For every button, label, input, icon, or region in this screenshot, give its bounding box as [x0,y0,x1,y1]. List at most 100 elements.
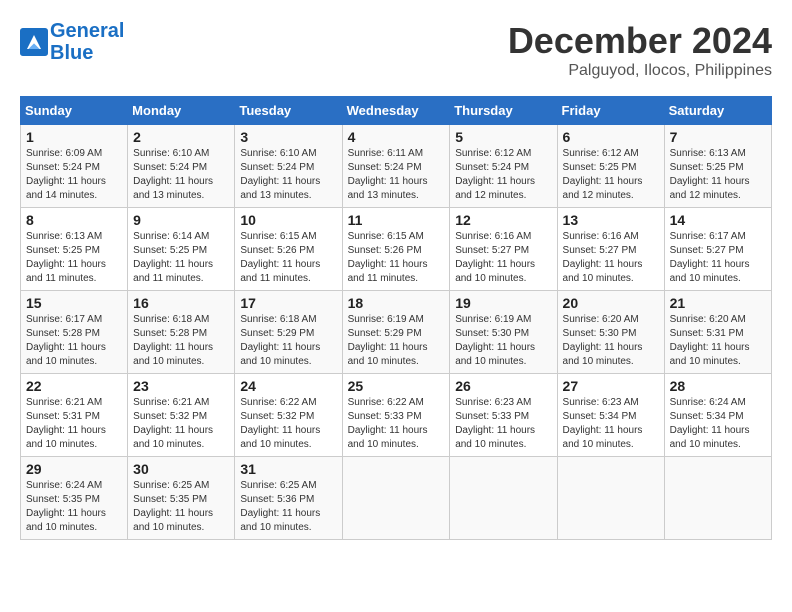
day-info: Sunrise: 6:15 AM Sunset: 5:26 PM Dayligh… [240,230,336,286]
calendar-cell: 4Sunrise: 6:11 AM Sunset: 5:24 PM Daylig… [342,125,450,208]
day-number: 25 [348,378,445,394]
day-info: Sunrise: 6:13 AM Sunset: 5:25 PM Dayligh… [670,147,766,203]
day-number: 16 [133,295,229,311]
day-info: Sunrise: 6:24 AM Sunset: 5:34 PM Dayligh… [670,396,766,452]
calendar-cell: 19 Sunrise: 6:19 AM Sunset: 5:30 PM Dayli… [450,291,557,374]
day-info: Sunrise: 6:17 AM Sunset: 5:28 PM Dayligh… [26,313,122,369]
calendar-cell [450,457,557,540]
calendar-cell [664,457,771,540]
day-number: 29 [26,461,122,477]
calendar-cell: 11Sunrise: 6:15 AM Sunset: 5:26 PM Dayli… [342,208,450,291]
day-number: 20 [563,295,659,311]
title-area: December 2024 Palguyod, Ilocos, Philippi… [508,20,772,80]
day-number: 7 [670,129,766,145]
day-number: 18 [348,295,445,311]
header-friday: Friday [557,97,664,125]
calendar-week-1: 1Sunrise: 6:09 AM Sunset: 5:24 PM Daylig… [21,125,772,208]
page-header: General Blue December 2024 Palguyod, Ilo… [20,20,772,80]
month-title: December 2024 [508,20,772,62]
day-number: 3 [240,129,336,145]
calendar-cell: 25 Sunrise: 6:22 AM Sunset: 5:33 PM Dayli… [342,374,450,457]
calendar-cell [557,457,664,540]
calendar-cell: 7 Sunrise: 6:13 AM Sunset: 5:25 PM Daylig… [664,125,771,208]
calendar-week-5: 29Sunrise: 6:24 AM Sunset: 5:35 PM Dayli… [21,457,772,540]
calendar-week-4: 22 Sunrise: 6:21 AM Sunset: 5:31 PM Dayli… [21,374,772,457]
logo-text: General Blue [50,20,124,64]
day-number: 2 [133,129,229,145]
calendar-cell: 17 Sunrise: 6:18 AM Sunset: 5:29 PM Dayli… [235,291,342,374]
day-info: Sunrise: 6:20 AM Sunset: 5:31 PM Dayligh… [670,313,766,369]
calendar-cell: 21 Sunrise: 6:20 AM Sunset: 5:31 PM Dayli… [664,291,771,374]
location-subtitle: Palguyod, Ilocos, Philippines [508,62,772,80]
day-info: Sunrise: 6:21 AM Sunset: 5:31 PM Dayligh… [26,396,122,452]
day-info: Sunrise: 6:18 AM Sunset: 5:28 PM Dayligh… [133,313,229,369]
day-info: Sunrise: 6:22 AM Sunset: 5:33 PM Dayligh… [348,396,445,452]
logo: General Blue [20,20,124,64]
day-info: Sunrise: 6:10 AM Sunset: 5:24 PM Dayligh… [240,147,336,203]
calendar-cell: 3 Sunrise: 6:10 AM Sunset: 5:24 PM Daylig… [235,125,342,208]
day-number: 10 [240,212,336,228]
day-info: Sunrise: 6:11 AM Sunset: 5:24 PM Dayligh… [348,147,445,203]
calendar-week-2: 8Sunrise: 6:13 AM Sunset: 5:25 PM Daylig… [21,208,772,291]
calendar-cell: 27Sunrise: 6:23 AM Sunset: 5:34 PM Dayli… [557,374,664,457]
day-info: Sunrise: 6:21 AM Sunset: 5:32 PM Dayligh… [133,396,229,452]
calendar-header-row: SundayMondayTuesdayWednesdayThursdayFrid… [21,97,772,125]
calendar-cell: 20 Sunrise: 6:20 AM Sunset: 5:30 PM Dayli… [557,291,664,374]
calendar-cell: 22 Sunrise: 6:21 AM Sunset: 5:31 PM Dayli… [21,374,128,457]
calendar-cell [342,457,450,540]
day-number: 23 [133,378,229,394]
day-info: Sunrise: 6:20 AM Sunset: 5:30 PM Dayligh… [563,313,659,369]
day-number: 9 [133,212,229,228]
day-info: Sunrise: 6:17 AM Sunset: 5:27 PM Dayligh… [670,230,766,286]
day-number: 21 [670,295,766,311]
calendar-cell: 10 Sunrise: 6:15 AM Sunset: 5:26 PM Dayli… [235,208,342,291]
calendar-cell: 6 Sunrise: 6:12 AM Sunset: 5:25 PM Daylig… [557,125,664,208]
calendar-cell: 23 Sunrise: 6:21 AM Sunset: 5:32 PM Dayli… [128,374,235,457]
calendar-cell: 13Sunrise: 6:16 AM Sunset: 5:27 PM Dayli… [557,208,664,291]
calendar-cell: 18 Sunrise: 6:19 AM Sunset: 5:29 PM Dayli… [342,291,450,374]
day-number: 31 [240,461,336,477]
calendar-cell: 8Sunrise: 6:13 AM Sunset: 5:25 PM Daylig… [21,208,128,291]
day-number: 19 [455,295,551,311]
day-info: Sunrise: 6:19 AM Sunset: 5:29 PM Dayligh… [348,313,445,369]
day-number: 14 [670,212,766,228]
calendar-cell: 9 Sunrise: 6:14 AM Sunset: 5:25 PM Daylig… [128,208,235,291]
calendar-cell: 5 Sunrise: 6:12 AM Sunset: 5:24 PM Daylig… [450,125,557,208]
day-number: 30 [133,461,229,477]
header-saturday: Saturday [664,97,771,125]
calendar-cell: 28 Sunrise: 6:24 AM Sunset: 5:34 PM Dayli… [664,374,771,457]
calendar-cell: 12Sunrise: 6:16 AM Sunset: 5:27 PM Dayli… [450,208,557,291]
header-monday: Monday [128,97,235,125]
calendar-cell: 2 Sunrise: 6:10 AM Sunset: 5:24 PM Daylig… [128,125,235,208]
day-number: 15 [26,295,122,311]
day-info: Sunrise: 6:15 AM Sunset: 5:26 PM Dayligh… [348,230,445,286]
calendar-cell: 30Sunrise: 6:25 AM Sunset: 5:35 PM Dayli… [128,457,235,540]
day-number: 26 [455,378,551,394]
header-sunday: Sunday [21,97,128,125]
calendar-cell: 31 Sunrise: 6:25 AM Sunset: 5:36 PM Dayli… [235,457,342,540]
day-info: Sunrise: 6:22 AM Sunset: 5:32 PM Dayligh… [240,396,336,452]
day-number: 5 [455,129,551,145]
day-number: 8 [26,212,122,228]
day-info: Sunrise: 6:14 AM Sunset: 5:25 PM Dayligh… [133,230,229,286]
calendar-table: SundayMondayTuesdayWednesdayThursdayFrid… [20,96,772,540]
logo-icon [20,28,48,56]
day-number: 17 [240,295,336,311]
day-info: Sunrise: 6:23 AM Sunset: 5:33 PM Dayligh… [455,396,551,452]
day-info: Sunrise: 6:25 AM Sunset: 5:36 PM Dayligh… [240,479,336,535]
day-info: Sunrise: 6:12 AM Sunset: 5:24 PM Dayligh… [455,147,551,203]
header-thursday: Thursday [450,97,557,125]
day-number: 22 [26,378,122,394]
header-wednesday: Wednesday [342,97,450,125]
day-info: Sunrise: 6:19 AM Sunset: 5:30 PM Dayligh… [455,313,551,369]
day-number: 6 [563,129,659,145]
day-info: Sunrise: 6:10 AM Sunset: 5:24 PM Dayligh… [133,147,229,203]
calendar-cell: 29Sunrise: 6:24 AM Sunset: 5:35 PM Dayli… [21,457,128,540]
day-number: 24 [240,378,336,394]
day-number: 28 [670,378,766,394]
day-info: Sunrise: 6:12 AM Sunset: 5:25 PM Dayligh… [563,147,659,203]
calendar-cell: 26 Sunrise: 6:23 AM Sunset: 5:33 PM Dayli… [450,374,557,457]
day-info: Sunrise: 6:18 AM Sunset: 5:29 PM Dayligh… [240,313,336,369]
calendar-cell: 15 Sunrise: 6:17 AM Sunset: 5:28 PM Dayli… [21,291,128,374]
calendar-cell: 24 Sunrise: 6:22 AM Sunset: 5:32 PM Dayli… [235,374,342,457]
